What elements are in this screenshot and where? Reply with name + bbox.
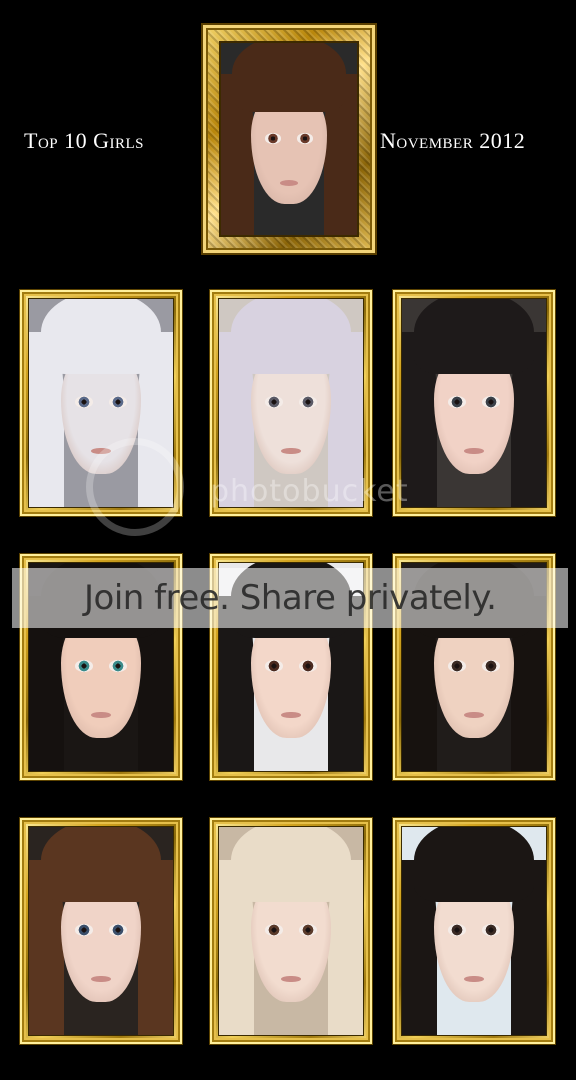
- hair-top: [413, 827, 535, 902]
- gold-frame: [209, 817, 373, 1045]
- left-eye: [265, 660, 283, 672]
- mouth: [464, 447, 484, 455]
- portrait-8: [29, 827, 173, 1035]
- right-eye: [482, 660, 500, 672]
- right-eye: [299, 396, 317, 408]
- right-eye: [109, 924, 127, 936]
- left-eye: [75, 660, 93, 672]
- hair-top: [230, 299, 352, 374]
- hair-top: [413, 299, 535, 374]
- hair-top: [231, 43, 347, 113]
- title-left: Top 10 Girls: [24, 128, 145, 153]
- portrait-10: [402, 827, 546, 1035]
- mouth: [281, 447, 301, 455]
- title-right: November 2012: [380, 128, 526, 153]
- right-eye: [299, 924, 317, 936]
- right-eye: [482, 924, 500, 936]
- right-eye: [299, 660, 317, 672]
- mouth: [91, 975, 111, 983]
- mouth: [464, 975, 484, 983]
- gold-frame: [19, 817, 183, 1045]
- left-eye: [448, 660, 466, 672]
- left-eye: [265, 396, 283, 408]
- hair-top: [230, 827, 352, 902]
- right-eye: [296, 132, 314, 144]
- left-eye: [448, 396, 466, 408]
- left-eye: [75, 396, 93, 408]
- mouth: [464, 711, 484, 719]
- right-eye: [109, 396, 127, 408]
- watermark-banner-text: Join free. Share privately.: [84, 578, 497, 618]
- portrait-4: [402, 299, 546, 507]
- hair-top: [40, 827, 162, 902]
- portrait-1: [221, 43, 357, 235]
- hair-top: [40, 299, 162, 374]
- portrait-9: [219, 827, 363, 1035]
- mouth: [281, 711, 301, 719]
- gold-frame: [392, 289, 556, 517]
- mouth: [91, 711, 111, 719]
- ornate-gold-frame: [201, 23, 377, 255]
- right-eye: [109, 660, 127, 672]
- left-eye: [75, 924, 93, 936]
- right-eye: [482, 396, 500, 408]
- gold-frame: [392, 817, 556, 1045]
- mouth: [279, 180, 299, 187]
- mouth: [281, 975, 301, 983]
- left-eye: [448, 924, 466, 936]
- left-eye: [264, 132, 282, 144]
- left-eye: [265, 924, 283, 936]
- watermark-logo-text: photobucket: [210, 474, 409, 509]
- watermark-circle-icon: [86, 438, 184, 536]
